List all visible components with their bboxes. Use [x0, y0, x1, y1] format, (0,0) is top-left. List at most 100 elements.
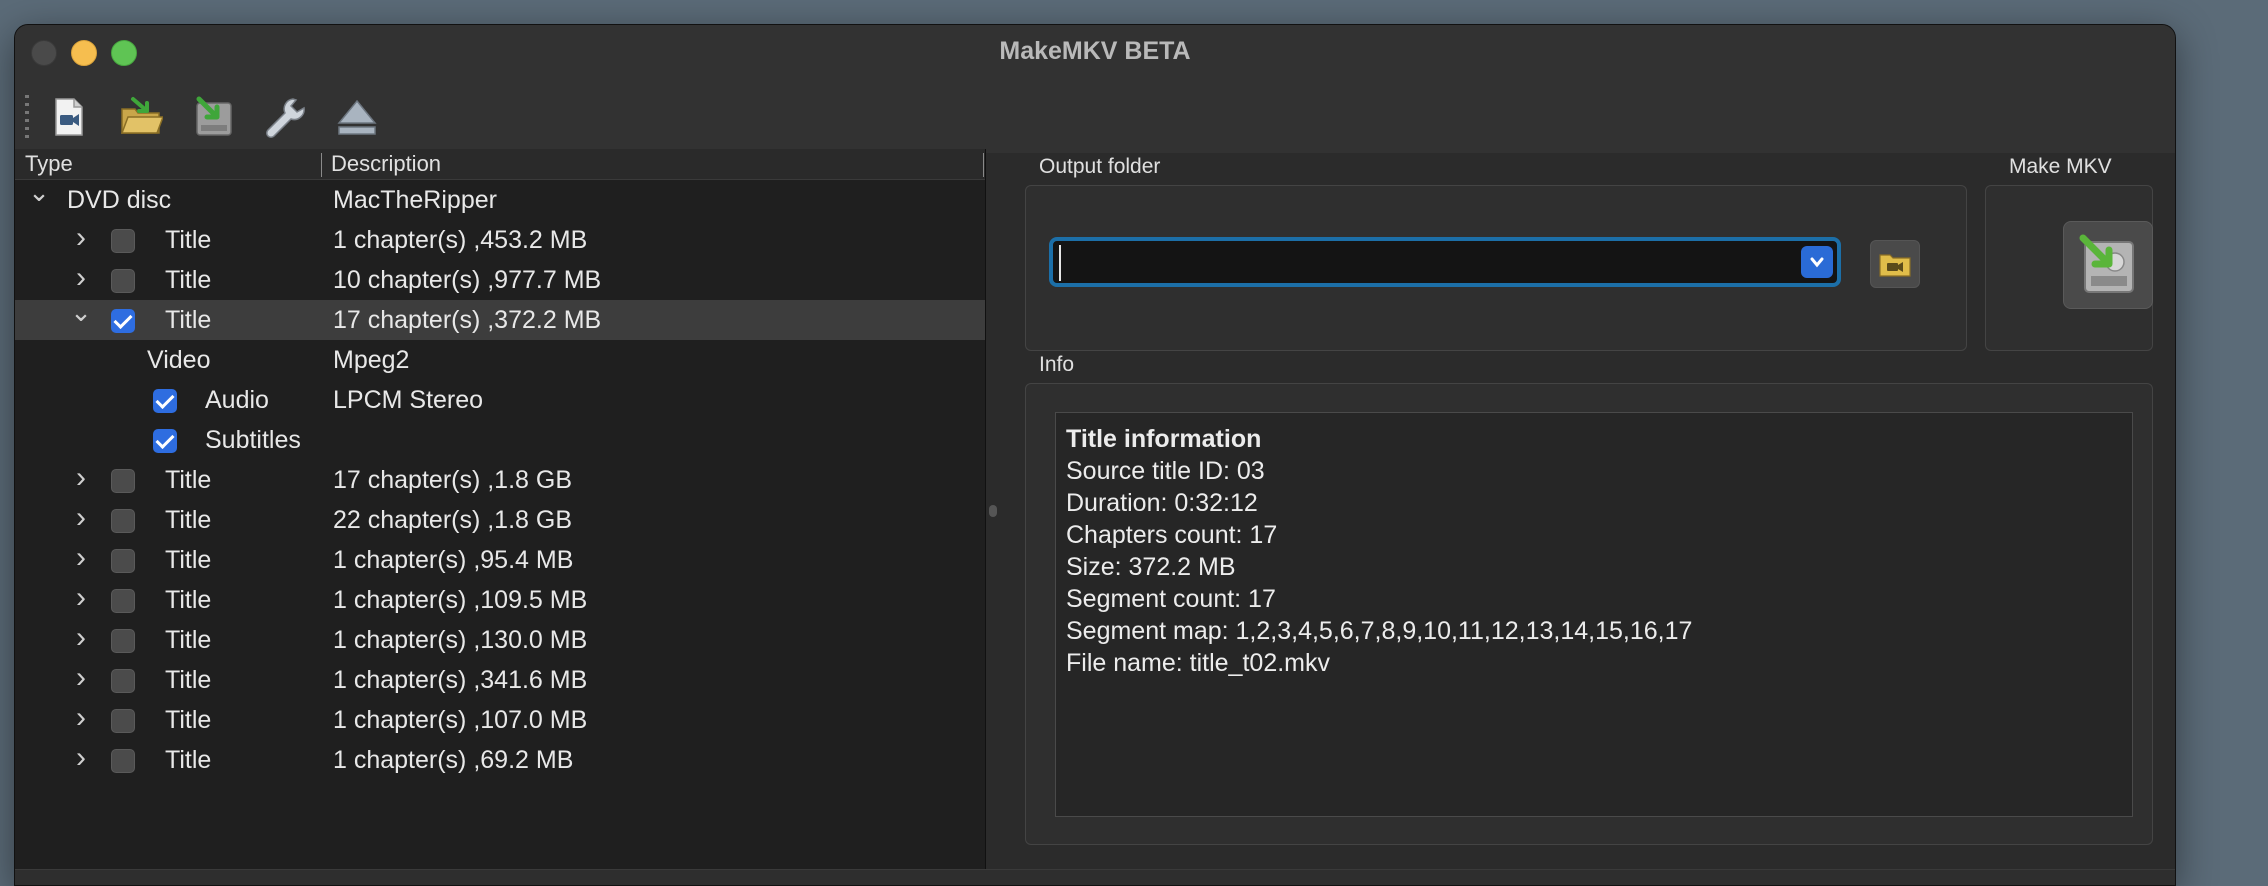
toolbar-grip[interactable] — [25, 95, 29, 139]
chevron-right-icon[interactable]: › — [69, 658, 93, 698]
tree-row[interactable]: › Title 1 chapter(s) ,341.6 MB — [15, 660, 985, 700]
chevron-right-icon[interactable]: › — [69, 218, 93, 258]
row-description: 1 chapter(s) ,95.4 MB — [333, 546, 574, 574]
make-mkv-icon — [2079, 234, 2134, 293]
tree-row[interactable]: Video Mpeg2 — [15, 340, 985, 380]
tree-row[interactable]: › Title 1 chapter(s) ,69.2 MB — [15, 740, 985, 780]
chevron-right-icon[interactable]: › — [69, 738, 93, 778]
tree-row[interactable]: › Title 1 chapter(s) ,107.0 MB — [15, 700, 985, 740]
tree-row[interactable]: › Title 17 chapter(s) ,1.8 GB — [15, 460, 985, 500]
row-checkbox[interactable] — [111, 669, 135, 693]
column-separator[interactable] — [321, 153, 322, 177]
chevron-down-icon[interactable]: ⌄ — [69, 292, 93, 332]
makemkv-window: MakeMKV BETA Type Description ⌄ DVD disc… — [14, 24, 2176, 886]
row-description: Mpeg2 — [333, 346, 410, 374]
tree-header: Type Description — [15, 149, 985, 180]
row-description: 22 chapter(s) ,1.8 GB — [333, 506, 573, 534]
row-checkbox[interactable] — [111, 309, 135, 333]
row-type: Title — [165, 626, 212, 654]
row-type: Audio — [205, 386, 269, 414]
tree-row[interactable]: Audio LPCM Stereo — [15, 380, 985, 420]
row-description: 1 chapter(s) ,69.2 MB — [333, 746, 574, 774]
window-title: MakeMKV BETA — [999, 37, 1191, 65]
make-mkv-button[interactable] — [2063, 221, 2153, 309]
tree-row[interactable]: › Title 1 chapter(s) ,453.2 MB — [15, 220, 985, 260]
backup-button[interactable] — [189, 93, 237, 141]
toolbar — [25, 89, 405, 145]
info-line: Size: 372.2 MB — [1066, 553, 1236, 581]
tree-row[interactable]: › Title 1 chapter(s) ,130.0 MB — [15, 620, 985, 660]
make-mkv-label: Make MKV — [2009, 155, 2112, 178]
chevron-right-icon[interactable]: › — [69, 498, 93, 538]
splitter-handle[interactable] — [989, 505, 997, 517]
title-bar: MakeMKV BETA — [15, 25, 2175, 153]
row-type: Title — [165, 746, 212, 774]
tree-row[interactable]: › Title 10 chapter(s) ,977.7 MB — [15, 260, 985, 300]
info-label: Info — [1039, 353, 1075, 376]
row-checkbox[interactable] — [111, 709, 135, 733]
row-checkbox[interactable] — [111, 589, 135, 613]
info-line: Source title ID: 03 — [1066, 457, 1265, 485]
row-checkbox[interactable] — [153, 389, 177, 413]
row-checkbox[interactable] — [111, 549, 135, 573]
row-checkbox[interactable] — [153, 429, 177, 453]
row-checkbox[interactable] — [111, 629, 135, 653]
chevron-right-icon[interactable]: › — [69, 538, 93, 578]
open-files-button[interactable] — [45, 93, 93, 141]
info-line: Chapters count: 17 — [1066, 521, 1278, 549]
output-folder-input[interactable] — [1059, 245, 1797, 281]
info-line: Segment map: 1,2,3,4,5,6,7,8,9,10,11,12,… — [1066, 617, 1693, 645]
info-line: File name: title_t02.mkv — [1066, 649, 1330, 677]
output-folder-dropdown-button[interactable] — [1801, 246, 1833, 278]
folder-video-icon — [1879, 254, 1911, 277]
open-disc-button[interactable] — [117, 93, 165, 141]
row-description: 1 chapter(s) ,107.0 MB — [333, 706, 588, 734]
row-type: Title — [165, 226, 212, 254]
eject-button[interactable] — [333, 93, 381, 141]
chevron-down-icon — [1810, 257, 1824, 268]
row-description: 1 chapter(s) ,341.6 MB — [333, 666, 588, 694]
row-type: Title — [165, 266, 212, 294]
browse-folder-button[interactable] — [1870, 240, 1920, 288]
row-type: DVD disc — [67, 186, 172, 214]
row-checkbox[interactable] — [111, 269, 135, 293]
info-line: Segment count: 17 — [1066, 585, 1276, 613]
info-heading: Title information — [1066, 425, 1262, 453]
tree-row[interactable]: Subtitles — [15, 420, 985, 460]
row-type: Subtitles — [205, 426, 301, 454]
chevron-right-icon[interactable]: › — [69, 458, 93, 498]
row-type: Title — [165, 546, 212, 574]
chevron-right-icon[interactable]: › — [69, 698, 93, 738]
info-panel: Title information Source title ID: 03 Du… — [1055, 412, 2133, 817]
row-checkbox[interactable] — [111, 469, 135, 493]
column-header-description[interactable]: Description — [331, 151, 441, 177]
open-file-icon — [55, 98, 83, 136]
tree-row[interactable]: › Title 1 chapter(s) ,95.4 MB — [15, 540, 985, 580]
row-checkbox[interactable] — [111, 509, 135, 533]
row-type: Title — [165, 586, 212, 614]
tree-row[interactable]: ⌄ Title 17 chapter(s) ,372.2 MB — [15, 297, 985, 340]
row-description: 17 chapter(s) ,372.2 MB — [333, 306, 602, 334]
tree-row[interactable]: ⌄ DVD disc MacTheRipper — [15, 177, 985, 220]
tree-row[interactable]: › Title 1 chapter(s) ,109.5 MB — [15, 580, 985, 620]
preferences-button[interactable] — [261, 93, 309, 141]
column-separator[interactable] — [983, 153, 984, 177]
output-folder-label: Output folder — [1039, 155, 1161, 178]
wrench-icon — [266, 98, 305, 138]
row-checkbox[interactable] — [111, 749, 135, 773]
tree-row[interactable]: › Title 22 chapter(s) ,1.8 GB — [15, 500, 985, 540]
title-tree[interactable]: Type Description ⌄ DVD disc MacTheRipper › T… — [15, 149, 986, 885]
chevron-right-icon[interactable]: › — [69, 618, 93, 658]
backup-icon — [196, 96, 232, 136]
row-description: LPCM Stereo — [333, 386, 484, 414]
row-type: Video — [147, 346, 211, 374]
chevron-down-icon[interactable]: ⌄ — [27, 172, 51, 212]
row-checkbox[interactable] — [111, 229, 135, 253]
row-description: 10 chapter(s) ,977.7 MB — [333, 266, 602, 294]
tree-rows: ⌄ DVD disc MacTheRipper › Title 1 chapter(s) … — [15, 177, 985, 780]
row-description: 17 chapter(s) ,1.8 GB — [333, 466, 573, 494]
output-folder-combo[interactable] — [1049, 237, 1841, 287]
row-type: Title — [165, 706, 212, 734]
row-description: 1 chapter(s) ,109.5 MB — [333, 586, 588, 614]
chevron-right-icon[interactable]: › — [69, 578, 93, 618]
